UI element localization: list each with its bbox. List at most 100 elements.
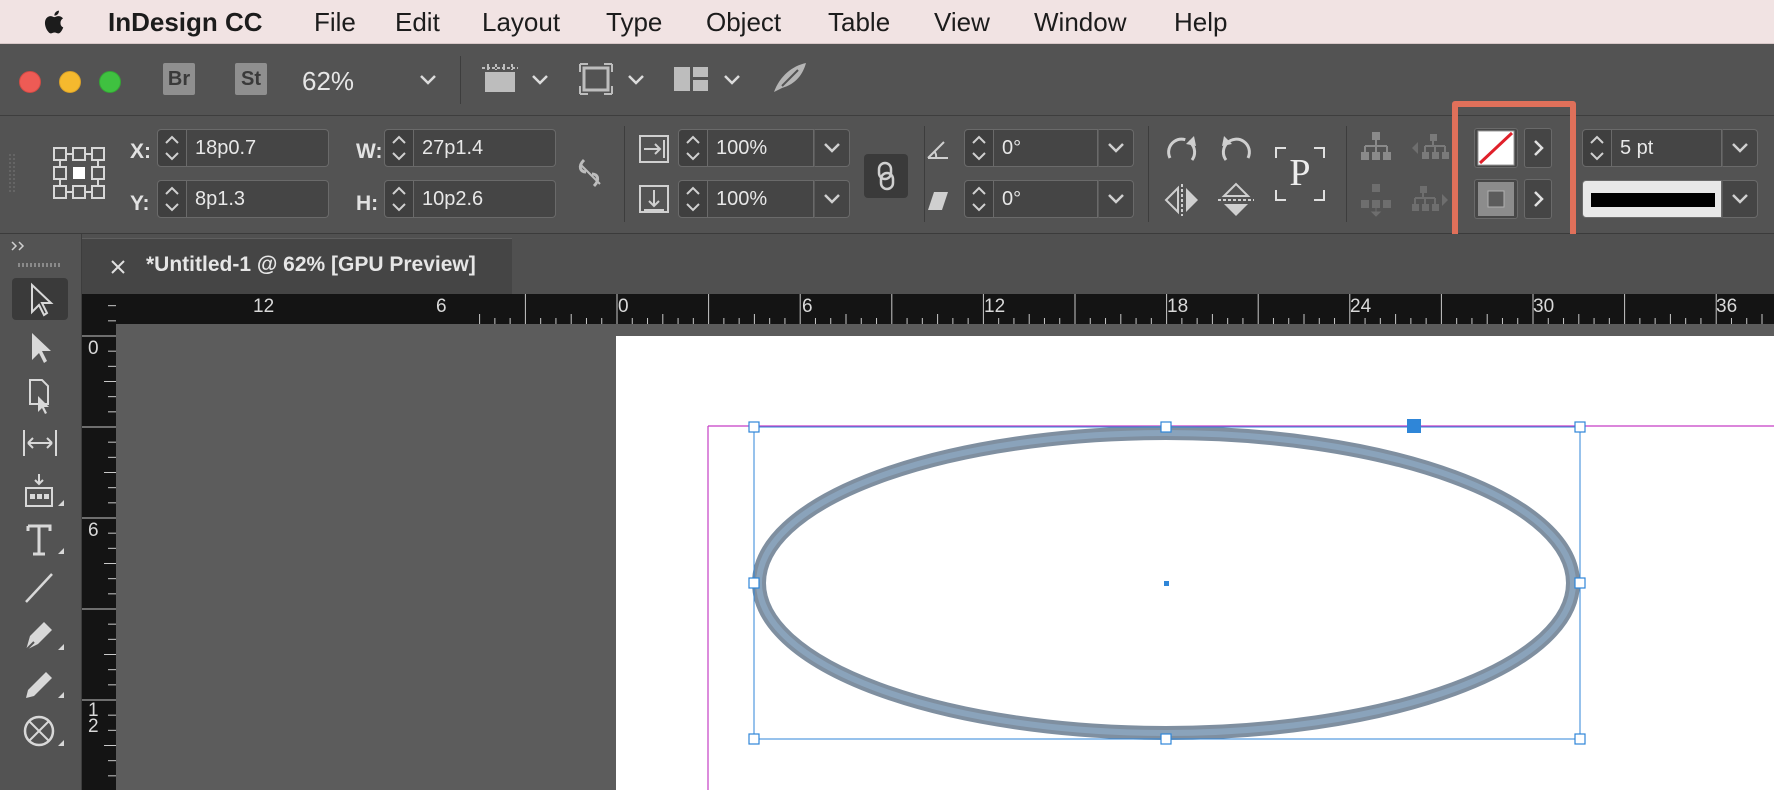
resize-handle-right[interactable] — [1574, 577, 1586, 589]
line-tool[interactable] — [12, 566, 68, 608]
stock-button[interactable]: St — [235, 63, 267, 95]
stroke-type-selector[interactable] — [1582, 180, 1722, 218]
direct-selection-tool[interactable] — [12, 326, 68, 368]
select-previous-object-icon[interactable] — [1410, 130, 1450, 166]
arrange-documents-icon[interactable] — [672, 64, 710, 94]
gap-tool[interactable] — [12, 422, 68, 464]
zoom-dropdown-chevron-icon[interactable] — [418, 72, 438, 88]
flip-vertical-icon[interactable] — [1216, 182, 1256, 218]
frame-type-indicator[interactable]: P — [1272, 144, 1328, 204]
stroke-weight-dropdown[interactable] — [1722, 129, 1758, 167]
stroke-weight-field[interactable]: 5 pt — [1612, 129, 1722, 167]
menu-app-name[interactable]: InDesign CC — [108, 7, 263, 37]
select-next-object-icon[interactable] — [1410, 182, 1450, 218]
ruler-label: 6 — [436, 296, 447, 317]
document-tab-title: *Untitled-1 @ 62% [GPU Preview] — [146, 253, 476, 276]
collapse-panel-icon[interactable] — [10, 240, 28, 252]
select-content-icon[interactable] — [1358, 182, 1394, 218]
resize-handle-top-left[interactable] — [748, 421, 760, 433]
y-stepper[interactable] — [157, 180, 187, 218]
stroke-type-dropdown[interactable] — [1722, 180, 1758, 218]
rectangle-frame-tool[interactable] — [12, 710, 68, 752]
stepper-arrows-icon — [686, 135, 700, 161]
scale-y-field[interactable]: 100% — [708, 180, 814, 218]
menu-edit[interactable]: Edit — [395, 7, 440, 37]
select-container-icon[interactable] — [1358, 130, 1394, 166]
pen-tool[interactable] — [12, 614, 68, 656]
bridge-button[interactable]: Br — [163, 63, 195, 95]
panel-grip-icon[interactable] — [18, 262, 62, 268]
h-stepper[interactable] — [384, 180, 414, 218]
stepper-arrows-icon — [392, 135, 406, 161]
resize-handle-top[interactable] — [1160, 421, 1172, 433]
shear-angle-field[interactable]: 0° — [994, 180, 1098, 218]
constrain-scale-button[interactable] — [864, 154, 908, 198]
resize-handle-bottom-right[interactable] — [1574, 733, 1586, 745]
x-position-field[interactable]: 18p0.7 — [187, 129, 329, 167]
chevron-down-icon — [1732, 143, 1748, 153]
rotation-angle-field[interactable]: 0° — [994, 129, 1098, 167]
stroke-type-preview — [1591, 193, 1715, 207]
view-options-icon[interactable] — [480, 62, 522, 96]
flip-horizontal-icon[interactable] — [1162, 182, 1202, 218]
menu-table[interactable]: Table — [828, 7, 890, 37]
publish-online-icon[interactable] — [770, 60, 810, 96]
menu-view[interactable]: View — [934, 7, 990, 37]
rotation-dropdown[interactable] — [1098, 129, 1134, 167]
scale-y-stepper[interactable] — [678, 180, 708, 218]
menu-help[interactable]: Help — [1174, 7, 1227, 37]
zoom-window-button[interactable] — [99, 71, 121, 93]
horizontal-ruler[interactable]: 12 6 0 6 12 18 24 30 36 — [116, 294, 1774, 324]
apple-icon[interactable] — [40, 7, 70, 37]
y-position-field[interactable]: 8p1.3 — [187, 180, 329, 218]
horizontal-ruler-ticks — [479, 294, 1763, 324]
menu-window[interactable]: Window — [1034, 7, 1126, 37]
arrange-documents-chevron-icon[interactable] — [722, 72, 742, 88]
rotate-clockwise-icon[interactable] — [1162, 130, 1202, 170]
type-tool[interactable] — [12, 518, 68, 560]
panel-grip-icon[interactable] — [8, 152, 16, 196]
scale-x-stepper[interactable] — [678, 129, 708, 167]
close-tab-icon[interactable] — [110, 259, 126, 275]
width-field[interactable]: 27p1.4 — [414, 129, 556, 167]
stroke-weight-stepper[interactable] — [1582, 129, 1612, 167]
page-tool[interactable] — [12, 374, 68, 416]
zoom-level[interactable]: 62% — [302, 66, 354, 97]
canvas-artwork — [707, 419, 1774, 790]
ruler-label: 0 — [88, 338, 99, 359]
pencil-tool-icon — [26, 672, 64, 698]
w-stepper[interactable] — [384, 129, 414, 167]
menu-layout[interactable]: Layout — [482, 7, 560, 37]
rotate-counterclockwise-icon[interactable] — [1216, 130, 1256, 170]
resize-handle-top-right[interactable] — [1574, 421, 1586, 433]
constrain-proportions-broken-link-icon[interactable] — [576, 156, 604, 192]
resize-handle-bottom-left[interactable] — [748, 733, 760, 745]
reference-point-icon[interactable] — [52, 146, 106, 200]
resize-handle-left[interactable] — [748, 577, 760, 589]
close-window-button[interactable] — [19, 71, 41, 93]
scale-y-dropdown[interactable] — [814, 180, 850, 218]
live-corner-handle[interactable] — [1407, 419, 1421, 433]
screen-mode-chevron-icon[interactable] — [626, 72, 646, 88]
menu-type[interactable]: Type — [606, 7, 662, 37]
menu-object[interactable]: Object — [706, 7, 781, 37]
x-stepper[interactable] — [157, 129, 187, 167]
content-collector-tool[interactable] — [12, 470, 68, 512]
vertical-ruler[interactable]: 0 6 1 2 — [82, 294, 116, 790]
scale-x-field[interactable]: 100% — [708, 129, 814, 167]
rotation-stepper[interactable] — [964, 129, 994, 167]
resize-handle-bottom[interactable] — [1160, 733, 1172, 745]
shear-dropdown[interactable] — [1098, 180, 1134, 218]
scale-x-dropdown[interactable] — [814, 129, 850, 167]
minimize-window-button[interactable] — [59, 71, 81, 93]
page-tool-icon — [29, 379, 49, 414]
pen-tool-icon — [25, 622, 64, 651]
document-tab[interactable]: *Untitled-1 @ 62% [GPU Preview] — [82, 238, 512, 294]
pencil-tool[interactable] — [12, 662, 68, 704]
screen-mode-icon[interactable] — [578, 62, 614, 96]
shear-stepper[interactable] — [964, 180, 994, 218]
menu-file[interactable]: File — [314, 7, 356, 37]
view-options-chevron-icon[interactable] — [530, 72, 550, 88]
selection-tool[interactable] — [12, 278, 68, 320]
height-field[interactable]: 10p2.6 — [414, 180, 556, 218]
